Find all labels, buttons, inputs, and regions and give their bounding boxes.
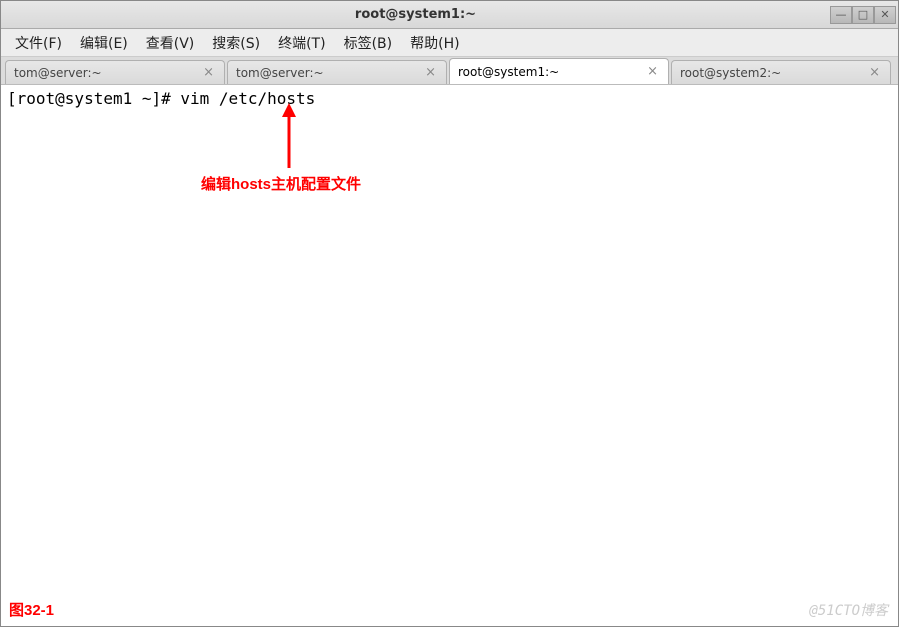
terminal-tab-label: root@system1:~ xyxy=(458,65,645,79)
close-icon[interactable]: × xyxy=(423,65,438,80)
terminal-tab-label: tom@server:~ xyxy=(14,66,201,80)
figure-caption: 图32-1 xyxy=(9,599,54,620)
close-icon[interactable]: × xyxy=(201,65,216,80)
terminal-tab-label: root@system2:~ xyxy=(680,66,867,80)
window-controls: — □ ✕ xyxy=(830,6,896,24)
maximize-button[interactable]: □ xyxy=(852,6,874,24)
terminal-tab-active[interactable]: root@system1:~ × xyxy=(449,58,669,84)
menu-help[interactable]: 帮助(H) xyxy=(404,31,465,55)
window-titlebar: root@system1:~ — □ ✕ xyxy=(1,1,898,29)
terminal-area[interactable]: [root@system1 ~]# vim /etc/hosts 编辑hosts… xyxy=(1,85,898,626)
menu-search[interactable]: 搜索(S) xyxy=(206,31,266,55)
menu-bar: 文件(F) 编辑(E) 查看(V) 搜索(S) 终端(T) 标签(B) 帮助(H… xyxy=(1,29,898,57)
annotation-label: 编辑hosts主机配置文件 xyxy=(201,173,361,194)
menu-file[interactable]: 文件(F) xyxy=(9,31,68,55)
window-title: root@system1:~ xyxy=(1,7,830,22)
minimize-button[interactable]: — xyxy=(830,6,852,24)
arrow-up-icon xyxy=(279,103,299,173)
close-button[interactable]: ✕ xyxy=(874,6,896,24)
menu-tabs[interactable]: 标签(B) xyxy=(338,31,399,55)
menu-edit[interactable]: 编辑(E) xyxy=(74,31,134,55)
close-icon[interactable]: × xyxy=(645,64,660,79)
terminal-tabbar: tom@server:~ × tom@server:~ × root@syste… xyxy=(1,57,898,85)
watermark-text: @51CTO博客 xyxy=(809,600,888,620)
close-icon[interactable]: × xyxy=(867,65,882,80)
terminal-tab-label: tom@server:~ xyxy=(236,66,423,80)
terminal-prompt-line: [root@system1 ~]# vim /etc/hosts xyxy=(7,89,892,108)
terminal-tab[interactable]: root@system2:~ × xyxy=(671,60,891,84)
menu-terminal[interactable]: 终端(T) xyxy=(272,31,331,55)
menu-view[interactable]: 查看(V) xyxy=(140,31,201,55)
terminal-tab[interactable]: tom@server:~ × xyxy=(5,60,225,84)
terminal-tab[interactable]: tom@server:~ × xyxy=(227,60,447,84)
